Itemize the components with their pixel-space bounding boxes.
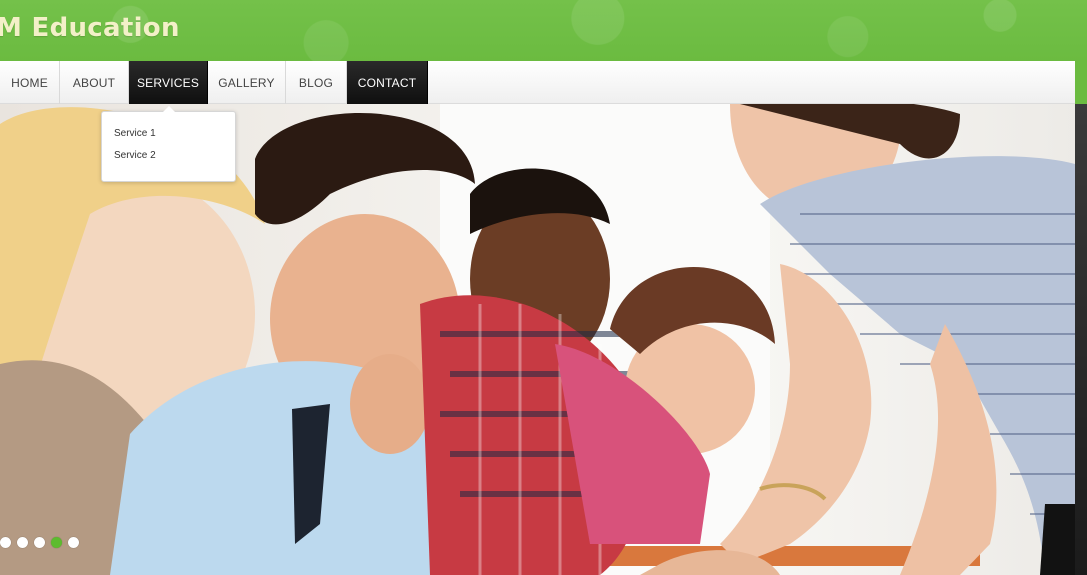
site-header: M Education xyxy=(0,0,1087,61)
dropdown-caret-icon xyxy=(163,106,175,112)
nav-blog[interactable]: BLOG xyxy=(286,61,347,104)
slider-dot-4[interactable] xyxy=(51,537,62,548)
nav-services[interactable]: SERVICES xyxy=(129,61,208,104)
dropdown-item-service-1[interactable]: Service 1 xyxy=(114,128,156,139)
slider-dot-1[interactable] xyxy=(0,537,11,548)
nav-about[interactable]: ABOUT xyxy=(60,61,129,104)
nav-home[interactable]: HOME xyxy=(0,61,60,104)
page-right-shade xyxy=(1075,104,1087,575)
main-nav: HOME ABOUT SERVICES GALLERY BLOG CONTACT xyxy=(0,61,1075,104)
header-right-edge xyxy=(1075,61,1087,104)
slider-pagination xyxy=(0,537,79,548)
slider-dot-5[interactable] xyxy=(68,537,79,548)
nav-contact[interactable]: CONTACT xyxy=(347,61,428,104)
slider-dot-2[interactable] xyxy=(17,537,28,548)
site-title[interactable]: M Education xyxy=(0,13,180,43)
dropdown-item-service-2[interactable]: Service 2 xyxy=(114,150,156,161)
nav-gallery[interactable]: GALLERY xyxy=(208,61,286,104)
services-dropdown: Service 1 Service 2 xyxy=(101,106,236,182)
slider-dot-3[interactable] xyxy=(34,537,45,548)
